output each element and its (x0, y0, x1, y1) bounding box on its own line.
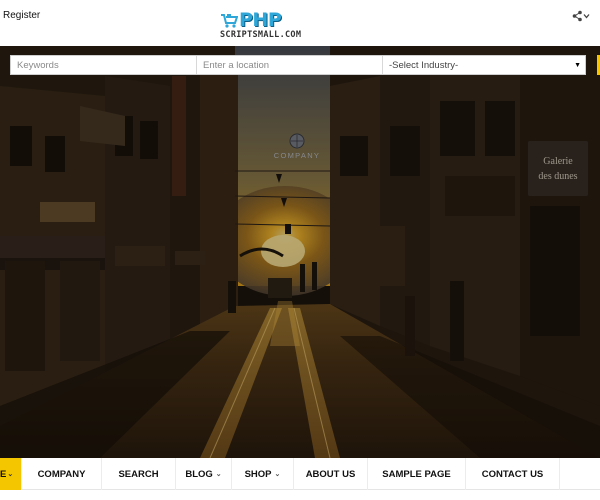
logo-subtext: SCRIPTSMALL.COM (220, 30, 302, 40)
nav-item-contact-us[interactable]: CONTACT US (466, 458, 560, 490)
location-placeholder: Enter a location (203, 59, 270, 71)
keywords-input[interactable]: Keywords (11, 56, 197, 74)
nav-item-search[interactable]: SEARCH (102, 458, 176, 490)
chevron-down-icon: ⌄ (215, 471, 222, 478)
street-scene-image: Galerie des dunes COMPANY (0, 46, 600, 458)
industry-selected-value: -Select Industry- (389, 59, 459, 71)
dropdown-caret-icon: ▼ (574, 61, 581, 69)
main-nav: E ⌄ COMPANY SEARCH BLOG ⌄ SHOP ⌄ ABOUT US S… (0, 458, 600, 490)
location-input[interactable]: Enter a location (197, 56, 383, 74)
register-link[interactable]: Register (3, 10, 40, 21)
nav-item-blog[interactable]: BLOG ⌄ (176, 458, 232, 490)
hero-banner: Galerie des dunes COMPANY (0, 46, 600, 458)
nav-item-about-us[interactable]: ABOUT US (294, 458, 368, 490)
nav-item-label: BLOG (185, 468, 213, 480)
nav-item-label: COMPANY (37, 468, 86, 480)
nav-item-sample-page[interactable]: SAMPLE PAGE (368, 458, 466, 490)
nav-item-label: ABOUT US (305, 468, 356, 480)
nav-item-label: CONTACT US (481, 468, 544, 480)
nav-item-company[interactable]: COMPANY (22, 458, 102, 490)
nav-item-label: SHOP (244, 468, 272, 480)
logo-text: PHP (239, 9, 282, 31)
chevron-down-icon: ⌄ (274, 471, 281, 478)
chevron-down-icon: ⌄ (7, 471, 14, 478)
nav-item-label: E (0, 468, 7, 480)
cart-icon (221, 14, 238, 28)
share-icon[interactable] (572, 10, 590, 22)
nav-item-home[interactable]: E ⌄ (0, 458, 22, 490)
search-bar: Keywords Enter a location -Select Indust… (10, 55, 586, 75)
nav-item-label: SEARCH (118, 468, 159, 480)
nav-item-label: SAMPLE PAGE (382, 468, 451, 480)
industry-select[interactable]: -Select Industry- ▼ (383, 56, 585, 74)
nav-item-shop[interactable]: SHOP ⌄ (232, 458, 294, 490)
site-logo[interactable]: PHP SCRIPTSMALL.COM (220, 9, 330, 43)
page-bottom (0, 490, 600, 500)
keywords-placeholder: Keywords (17, 59, 59, 71)
top-header: Register PHP SCRIPTSMALL.COM (0, 0, 600, 46)
